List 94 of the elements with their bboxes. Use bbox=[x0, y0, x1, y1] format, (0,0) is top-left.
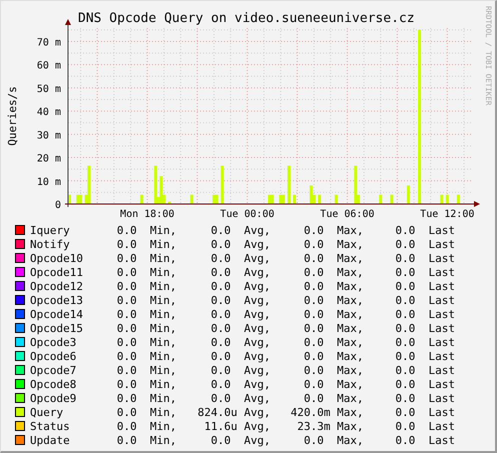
stat-text: 0.0 Min, bbox=[116, 350, 176, 362]
stat-text: 0.0 Last bbox=[395, 350, 455, 362]
stat-text: 0.0 Max, bbox=[304, 392, 364, 404]
stat-text: 0.0 Min, bbox=[116, 238, 176, 250]
stat-text: 0.0 Min, bbox=[116, 252, 176, 264]
stat-text: 0.0 Max, bbox=[304, 378, 364, 390]
stat-text: 0.0 Min, bbox=[116, 336, 176, 348]
stat-text: 0.0 Max, bbox=[304, 238, 364, 250]
y-tick-label: 10 m bbox=[36, 176, 61, 188]
stat-text: 0.0 Avg, bbox=[210, 322, 270, 334]
stat-text: 0.0 Max, bbox=[304, 280, 364, 292]
stat-text: 0.0 Avg, bbox=[210, 252, 270, 264]
stat-text: 0.0 Max, bbox=[304, 266, 364, 278]
series-name: Iquery bbox=[30, 224, 71, 236]
series-name: Opcode11 bbox=[30, 266, 84, 278]
y-axis-title: Queries/s bbox=[6, 86, 19, 146]
stat-text: 0.0 Avg, bbox=[210, 280, 270, 292]
stat-text: 0.0 Min, bbox=[116, 224, 176, 236]
stat-text: 0.0 Last bbox=[395, 406, 455, 418]
series-name: Update bbox=[30, 434, 71, 446]
stat-text: 0.0 Min, bbox=[116, 322, 176, 334]
stat-text: 420.0m Max, bbox=[290, 406, 364, 418]
x-tick-label: Mon 18:00 bbox=[120, 209, 174, 219]
stat-text: 0.0 Min, bbox=[116, 406, 176, 418]
stat-text: 0.0 Last bbox=[395, 280, 455, 292]
stat-text: 0.0 Avg, bbox=[210, 336, 270, 348]
stat-text: 0.0 Last bbox=[395, 294, 455, 306]
y-tick-label: 60 m bbox=[36, 60, 61, 72]
stat-text: 0.0 Min, bbox=[116, 434, 176, 446]
stat-text: 0.0 Last bbox=[395, 434, 455, 446]
stat-text: 0.0 Min, bbox=[116, 280, 176, 292]
stat-text: 0.0 Last bbox=[395, 336, 455, 348]
stat-text: 0.0 Last bbox=[395, 364, 455, 376]
stat-text: 0.0 Avg, bbox=[210, 434, 270, 446]
series-name: Opcode8 bbox=[30, 378, 78, 390]
y-tick-label: 40 m bbox=[36, 107, 61, 118]
x-tick-label: Tue 12:00 bbox=[420, 209, 474, 219]
series-name: Opcode9 bbox=[30, 392, 78, 404]
stat-text: 0.0 Avg, bbox=[210, 308, 270, 320]
series-name: Opcode3 bbox=[30, 336, 78, 348]
stat-text: 0.0 Max, bbox=[304, 294, 364, 306]
stat-text: 0.0 Max, bbox=[304, 434, 364, 446]
series-name: Opcode10 bbox=[30, 252, 84, 264]
series-name: Status bbox=[30, 420, 71, 432]
chart-title: DNS Opcode Query on video.sueneeuniverse.cz bbox=[78, 11, 415, 26]
stat-text: 23.3m Max, bbox=[297, 420, 364, 432]
series-name: Opcode6 bbox=[30, 350, 78, 362]
stat-text: 0.0 Avg, bbox=[210, 224, 270, 236]
stat-text: 0.0 Max, bbox=[304, 336, 364, 348]
stat-text: 0.0 Max, bbox=[304, 322, 364, 334]
stat-text: 0.0 Last bbox=[395, 224, 455, 236]
y-tick-label: 50 m bbox=[36, 84, 61, 95]
stat-text: 0.0 Max, bbox=[304, 252, 364, 264]
stat-text: 0.0 Avg, bbox=[210, 364, 270, 376]
series-name: Opcode7 bbox=[30, 364, 78, 376]
stat-text: 0.0 Avg, bbox=[210, 294, 270, 306]
stat-text: 0.0 Last bbox=[395, 266, 455, 278]
stat-text: 0.0 Min, bbox=[116, 420, 176, 432]
stat-text: 0.0 Last bbox=[395, 420, 455, 432]
stat-text: 0.0 Last bbox=[395, 252, 455, 264]
series-name: Opcode13 bbox=[30, 294, 84, 306]
y-tick-label: 30 m bbox=[36, 130, 61, 142]
x-tick-label: Tue 06:00 bbox=[320, 209, 374, 219]
stat-text: 0.0 Min, bbox=[116, 294, 176, 306]
stat-text: 0.0 Max, bbox=[304, 364, 364, 376]
stat-text: 0.0 Last bbox=[395, 238, 455, 250]
stat-text: 0.0 Last bbox=[395, 392, 455, 404]
stat-text: 0.0 Min, bbox=[116, 378, 176, 390]
stat-text: 0.0 Max, bbox=[304, 308, 364, 320]
stat-text: 0.0 Min, bbox=[116, 308, 176, 320]
stat-text: 0.0 Avg, bbox=[210, 266, 270, 278]
stat-text: 0.0 Avg, bbox=[210, 238, 270, 250]
series-name: Query bbox=[30, 406, 64, 418]
x-tick-label: Tue 00:00 bbox=[220, 209, 274, 219]
stat-text: 0.0 Last bbox=[395, 378, 455, 390]
stat-text: 0.0 Avg, bbox=[210, 392, 270, 404]
stat-text: 0.0 Avg, bbox=[210, 378, 270, 390]
stat-text: 0.0 Last bbox=[395, 322, 455, 334]
series-name: Opcode15 bbox=[30, 322, 84, 334]
series-name: Opcode12 bbox=[30, 280, 84, 292]
stat-text: 0.0 Max, bbox=[304, 350, 364, 362]
stat-text: 0.0 Min, bbox=[116, 392, 176, 404]
stat-text: 0.0 Min, bbox=[116, 266, 176, 278]
series-name: Notify bbox=[30, 238, 71, 250]
y-tick-label: 20 m bbox=[36, 154, 61, 165]
stat-text: 11.6u Avg, bbox=[204, 420, 270, 432]
stat-text: 824.0u Avg, bbox=[198, 406, 270, 418]
stat-text: 0.0 Last bbox=[395, 308, 455, 320]
y-tick-label: 0 bbox=[54, 200, 61, 211]
y-tick-label: 70 m bbox=[36, 37, 61, 48]
series-name: Opcode14 bbox=[30, 308, 84, 320]
stat-text: 0.0 Avg, bbox=[210, 350, 270, 362]
stat-text: 0.0 Min, bbox=[116, 364, 176, 376]
stat-text: 0.0 Max, bbox=[304, 224, 364, 236]
